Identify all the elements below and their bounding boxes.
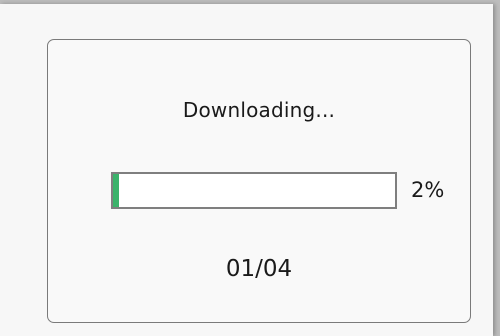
download-progress-fill [113,174,119,207]
download-progress-bar [111,172,397,209]
file-counter: 01/04 [225,256,293,282]
app-window: Downloading... 2% 01/04 [0,4,493,336]
progress-percent-label: 2% [411,178,445,202]
download-title: Downloading... [182,98,336,122]
download-dialog: Downloading... 2% 01/04 [47,39,471,323]
